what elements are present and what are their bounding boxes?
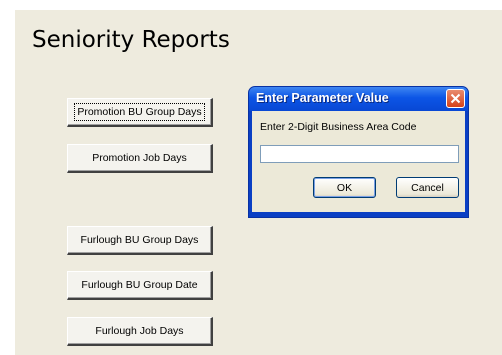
furlough-bu-group-date-button[interactable]: Furlough BU Group Date [67,271,213,300]
furlough-job-days-button[interactable]: Furlough Job Days [67,317,213,346]
button-label: Furlough Job Days [95,325,184,337]
close-button[interactable] [446,89,465,108]
promotion-bu-group-days-button[interactable]: Promotion BU Group Days [67,98,213,127]
button-label: Promotion BU Group Days [74,103,205,121]
button-label: Promotion Job Days [92,152,187,164]
button-label: Furlough BU Group Days [80,234,199,246]
furlough-bu-group-days-button[interactable]: Furlough BU Group Days [67,226,213,255]
button-label: Furlough BU Group Date [81,279,198,291]
close-x-icon [450,93,461,104]
enter-parameter-dialog: Enter Parameter Value Enter 2-Digit Busi… [248,86,469,218]
page-title: Seniority Reports [32,27,230,53]
promotion-job-days-button[interactable]: Promotion Job Days [67,144,213,173]
dialog-titlebar[interactable]: Enter Parameter Value [249,87,468,111]
prompt-label: Enter 2-Digit Business Area Code [260,121,417,133]
dialog-body: Enter 2-Digit Business Area Code OK Canc… [252,111,465,212]
dialog-title: Enter Parameter Value [256,91,389,105]
parameter-input[interactable] [260,145,459,163]
ok-button[interactable]: OK [313,177,376,198]
cancel-button[interactable]: Cancel [396,177,459,198]
